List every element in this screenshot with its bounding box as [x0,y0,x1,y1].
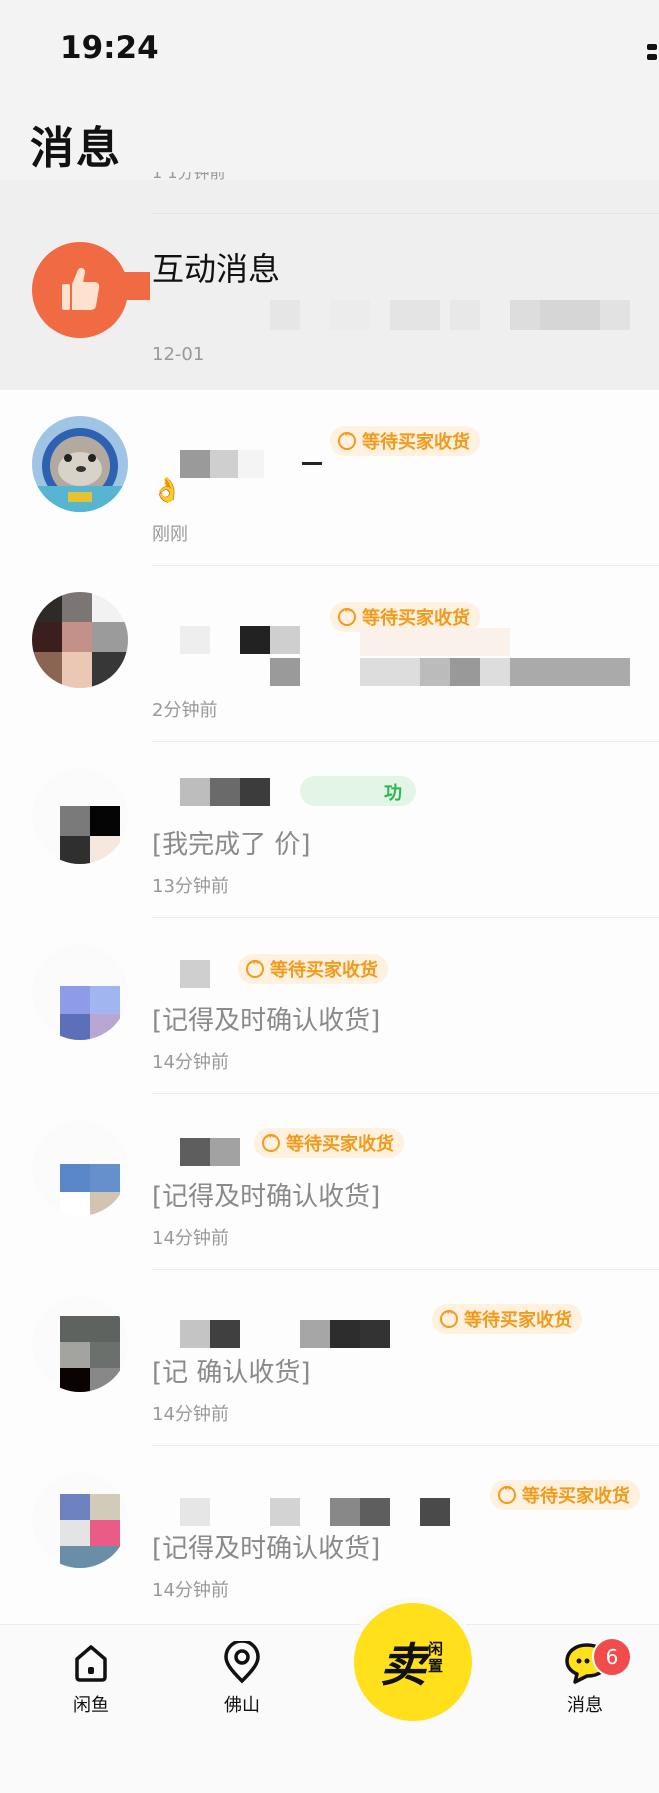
bottom-tab-bar: 闲鱼 佛山 卖 闲置 消息 6 [0,1603,659,1793]
redacted-name [152,450,322,478]
conversation-row[interactable]: 等待买家收货 [记得及时确认收货] 14分钟前 [0,918,659,1094]
message-time: 14分钟前 [152,1228,229,1249]
conversation-row[interactable]: 等待买家收货 👌 刚刚 [0,390,659,566]
redacted-name [152,778,302,806]
message-time: 14分钟前 [152,1052,229,1073]
interaction-title: 互动消息 [152,250,281,288]
avatar [32,592,128,688]
thumbs-up-icon [32,242,150,338]
status-badge: 等待买家收货 [432,1304,582,1334]
divider [152,213,659,214]
conversation-row[interactable]: 功 [我完成了 价] 13分钟前 [0,742,659,918]
redacted-message [270,628,630,686]
unread-count-badge: 6 [592,1637,632,1677]
status-badge: 等待买家收货 [330,426,480,456]
redacted-name [152,1320,392,1348]
page-header: 消息 [0,100,659,180]
interaction-messages-row[interactable]: 互动消息 12-01 [0,180,659,390]
conversation-row[interactable]: 等待买家收货 [记 确认收货] 14分钟前 [0,1270,659,1446]
status-time: 19:24 [60,30,159,66]
status-badge: 等待买家收货 [238,954,388,984]
redacted-preview [270,300,630,330]
status-badge: 等待买家收货 [254,1128,404,1158]
message-time: 14分钟前 [152,1580,229,1601]
avatar [32,944,128,1040]
message-preview: [记 确认收货] [152,1358,311,1388]
more-dots-icon [440,1306,458,1328]
redacted-name [152,626,332,654]
message-time: 2分钟前 [152,700,218,721]
avatar [32,1472,128,1568]
message-time: 13分钟前 [152,876,229,897]
more-dots-icon [338,428,356,450]
message-preview: [记得及时确认收货] [152,1534,381,1564]
tab-label: 闲鱼 [73,1695,109,1716]
conversation-row[interactable]: 等待买家收货 [记得及时确认收货] 14分钟前 [0,1094,659,1270]
location-pin-icon [220,1639,264,1685]
message-time: 14分钟前 [152,1404,229,1425]
tab-home[interactable]: 闲鱼 [46,1641,136,1717]
tab-label: 佛山 [224,1695,260,1716]
status-badge: 等待买家收货 [490,1480,640,1510]
avatar [32,1120,128,1216]
avatar [32,768,128,864]
sell-label: 卖 [380,1638,426,1692]
more-dots-icon [262,1130,280,1152]
more-dots-icon [498,1482,516,1504]
page-title: 消息 [30,123,122,174]
message-preview: [记得及时确认收货] [152,1006,381,1036]
tab-location[interactable]: 佛山 [197,1639,287,1717]
message-preview: [记得及时确认收货] [152,1182,381,1212]
signal-icon [647,44,659,62]
status-bar: 19:24 [0,0,659,100]
message-preview: 👌 [152,476,182,504]
status-badge: 功 [300,776,416,806]
avatar [32,1296,128,1392]
tab-label: 消息 [567,1695,603,1716]
redacted-name [152,1138,242,1166]
conversation-row[interactable]: 等待买家收货 [记得及时确认收货] 14分钟前 [0,1446,659,1624]
sell-button[interactable]: 卖 闲置 [354,1603,472,1721]
message-time: 刚刚 [152,524,188,545]
interaction-time: 12-01 [152,344,205,365]
more-dots-icon [246,956,264,978]
conversation-row[interactable]: 等待买家收货 2分钟前 [0,566,659,742]
redacted-name [152,960,212,988]
sell-sublabel: 闲置 [428,1640,444,1675]
avatar [32,416,128,512]
more-dots-icon [338,604,356,626]
redacted-name [152,1498,452,1526]
home-icon [69,1641,113,1685]
message-preview: [我完成了 价] [152,830,311,860]
